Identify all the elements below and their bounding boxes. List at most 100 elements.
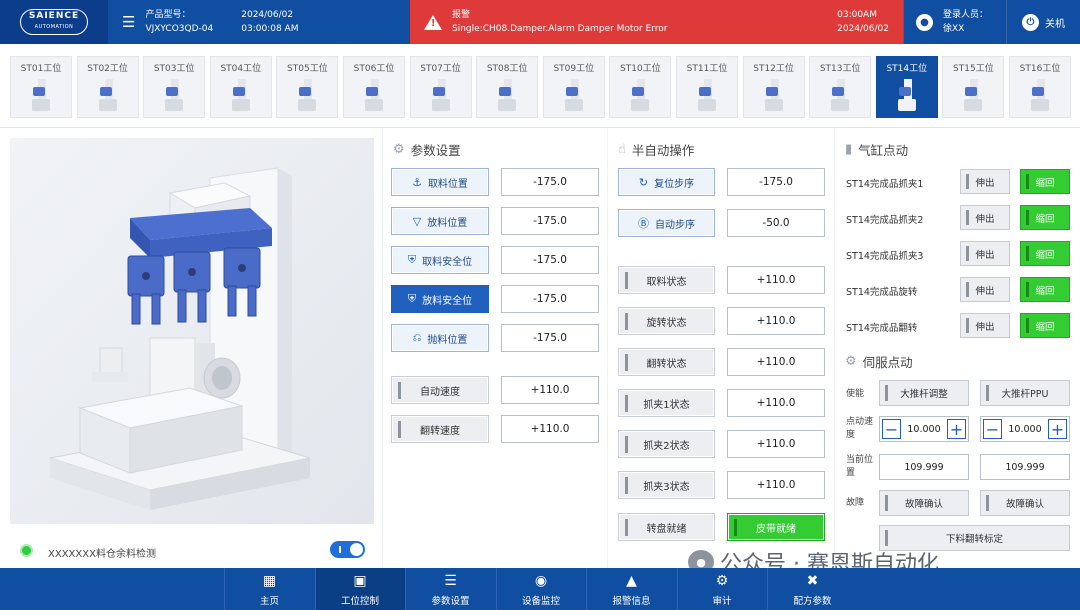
power-off-button[interactable]: ⏻ 关机 (1006, 0, 1080, 44)
param-button[interactable]: ⎌ 抛料位置 (391, 324, 489, 352)
station-tab[interactable]: ST04工位 (209, 56, 272, 118)
param-value[interactable]: -175.0 (501, 285, 599, 313)
param-value[interactable]: -175.0 (501, 168, 599, 196)
plus-icon[interactable]: + (1048, 419, 1067, 439)
retract-button[interactable]: 缩回 (1020, 277, 1070, 302)
position-label: 当前位置 (846, 455, 874, 478)
status-button[interactable]: 旋转状态 (618, 307, 715, 335)
status-button[interactable]: 抓夹2状态 (618, 430, 715, 458)
station-tab[interactable]: ST06工位 (343, 56, 405, 118)
station-tab[interactable]: ST02工位 (76, 56, 139, 118)
shield-icon: ⛨ (407, 253, 417, 266)
turntable-ready-button[interactable]: 转盘就绪 (618, 513, 715, 541)
station-tab[interactable]: ST05工位 (276, 56, 339, 118)
param-value[interactable]: -175.0 (501, 207, 599, 235)
station-tab[interactable]: ST14工位 (875, 56, 938, 118)
nav-item-label: 参数设置 (431, 596, 470, 607)
extend-button[interactable]: 伸出 (960, 169, 1010, 194)
status-button[interactable]: 抓夹3状态 (618, 471, 715, 499)
nav-item[interactable]: ▣ 工位控制 (314, 568, 405, 610)
station-tab[interactable]: ST15工位 (942, 56, 1005, 118)
camera-icon: ◉ (534, 573, 548, 589)
semi-value: +110.0 (727, 348, 825, 376)
station-tab[interactable]: ST13工位 (809, 56, 872, 118)
jog-speed-stepper-2[interactable]: − 10.000 + (980, 416, 1070, 442)
station-thumbnail (429, 79, 453, 111)
retract-button[interactable]: 缩回 (1020, 313, 1070, 338)
company-logo: SAIENCE AUTOMATION (0, 0, 108, 44)
cylinder-label: ST14完成品抓夹3 (846, 251, 924, 262)
retract-button[interactable]: 缩回 (1020, 169, 1070, 194)
param-label: 自动速度 (420, 386, 460, 398)
nav-item-label: 设备监控 (521, 596, 560, 607)
detect-status-indicator (20, 544, 33, 557)
param-label: 取料位置 (427, 178, 468, 190)
station-tab[interactable]: ST01工位 (10, 56, 72, 118)
nav-item[interactable]: ✖ 配方参数 (767, 568, 857, 610)
fault-ack-button-1[interactable]: 故障确认 (879, 490, 969, 516)
param-button[interactable]: ⛨ 取料安全位 (391, 246, 489, 274)
params-panel: ⚙ 参数设置 ⚓ 取料位置 -175.0 ▽ 放料位置 -175.0 ⛨ 取料安全位 -175.… (383, 128, 607, 568)
extend-button[interactable]: 伸出 (960, 313, 1010, 338)
param-value[interactable]: -175.0 (501, 246, 599, 274)
station-tab-label: ST01工位 (20, 64, 62, 74)
param-button[interactable]: ⛨ 放料安全位 (391, 285, 489, 313)
param-value[interactable]: +110.0 (501, 376, 599, 404)
plus-icon[interactable]: + (947, 419, 966, 439)
param-value[interactable]: +110.0 (501, 415, 599, 443)
alarm-banner[interactable]: ! 报警 Single:CH08.Damper.Alarm Damper Mot… (410, 0, 903, 44)
nav-item[interactable]: ⚙ 审计 (676, 568, 767, 610)
nav-item[interactable]: ▦ 主页 (224, 568, 314, 610)
throw-icon: ⎌ (412, 331, 422, 344)
station-thumbnail (495, 79, 519, 111)
extend-button[interactable]: 伸出 (960, 205, 1010, 230)
station-tab[interactable]: ST12工位 (742, 56, 805, 118)
user-info[interactable]: ● 登录人员： 徐XX (903, 0, 1006, 44)
station-tab[interactable]: ST07工位 (409, 56, 472, 118)
cylinder-title: 气缸点动 (858, 143, 909, 158)
param-button[interactable]: ⚓ 取料位置 (391, 168, 489, 196)
extend-button[interactable]: 伸出 (960, 241, 1010, 266)
extend-button[interactable]: 伸出 (960, 277, 1010, 302)
param-value[interactable]: -175.0 (501, 324, 599, 352)
station-tab[interactable]: ST16工位 (1009, 56, 1071, 118)
station-thumbnail (895, 79, 919, 111)
detect-toggle[interactable] (330, 541, 365, 558)
position-value-2: 109.999 (980, 454, 1070, 480)
product-label: 产品型号： (145, 10, 191, 20)
param-button[interactable]: 自动速度 (391, 376, 489, 404)
belt-ready-button[interactable]: 皮带就绪 (727, 513, 825, 541)
fault-ack-button-2[interactable]: 故障确认 (980, 490, 1070, 516)
retract-button[interactable]: 缩回 (1020, 205, 1070, 230)
nav-item[interactable]: ▲ 报警信息 (586, 568, 676, 610)
station-thumbnail (762, 79, 786, 111)
status-button[interactable]: 取料状态 (618, 266, 715, 294)
station-thumbnail (562, 79, 586, 111)
step-button[interactable]: Ⓑ 自动步序 (618, 209, 715, 237)
alarm-date: 2024/06/02 (837, 24, 889, 34)
minus-icon[interactable]: − (882, 419, 901, 439)
step-button[interactable]: ↻ 复位步序 (618, 168, 715, 196)
jog-speed-stepper-1[interactable]: − 10.000 + (879, 416, 969, 442)
param-label: 抛料位置 (427, 334, 468, 346)
nav-item-label: 工位控制 (340, 596, 379, 607)
nav-item[interactable]: ◉ 设备监控 (495, 568, 586, 610)
station-tab[interactable]: ST11工位 (676, 56, 738, 118)
station-tabs: ST01工位 ST02工位 ST03工位 ST04工位 ST05工位 ST06工位 ST07… (0, 44, 1080, 128)
station-thumbnail (295, 79, 319, 111)
param-button[interactable]: 翻转速度 (391, 415, 489, 443)
station-tab[interactable]: ST09工位 (542, 56, 605, 118)
machine-illustration (10, 138, 374, 524)
station-tab[interactable]: ST10工位 (609, 56, 672, 118)
param-button[interactable]: ▽ 放料位置 (391, 207, 489, 235)
enable-button-2[interactable]: 大推杆PPU (980, 380, 1070, 406)
status-button[interactable]: 翻转状态 (618, 348, 715, 376)
nav-item[interactable]: ☰ 参数设置 (405, 568, 495, 610)
enable-button-1[interactable]: 大推杆调整 (879, 380, 969, 406)
retract-button[interactable]: 缩回 (1020, 241, 1070, 266)
status-button[interactable]: 抓夹1状态 (618, 389, 715, 417)
station-tab[interactable]: ST03工位 (143, 56, 206, 118)
station-tab-label: ST02工位 (87, 64, 128, 74)
station-tab[interactable]: ST08工位 (476, 56, 539, 118)
minus-icon[interactable]: − (983, 419, 1002, 439)
